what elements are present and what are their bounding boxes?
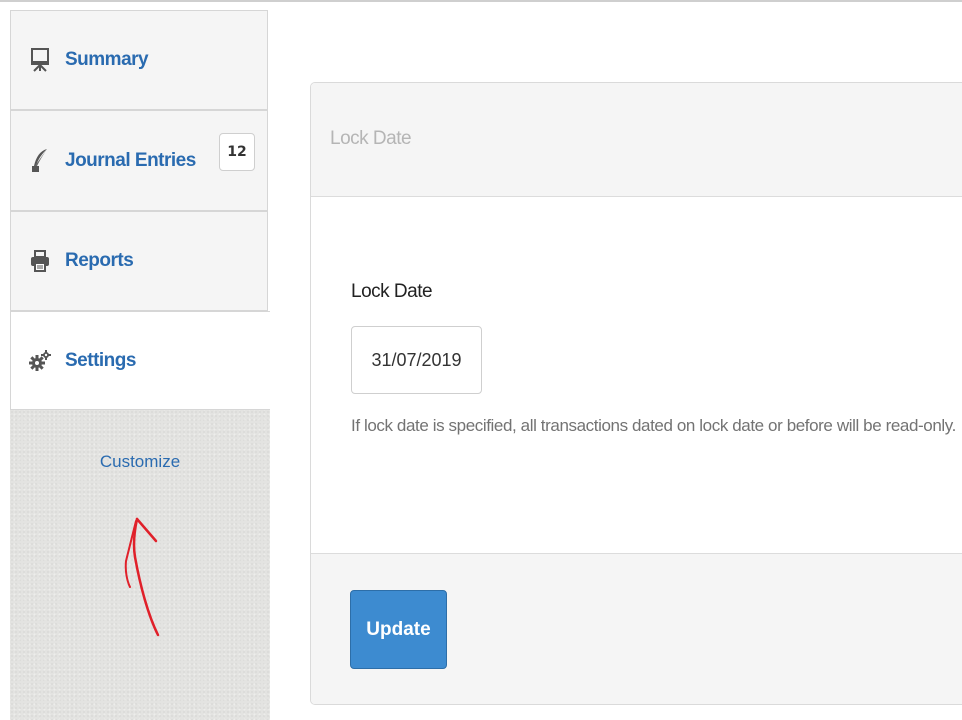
sidebar-item-label: Reports [65,250,134,271]
sidebar-item-journal-entries[interactable]: Journal Entries 12 [10,110,268,211]
quill-pen-icon [29,148,51,174]
panel-header: Lock Date [311,83,962,197]
customize-link[interactable]: Customize [10,452,270,472]
sidebar-item-label: Settings [65,349,136,371]
update-button[interactable]: Update [350,590,447,669]
annotation-arrow-icon [124,517,160,637]
journal-count-badge: 12 [219,133,255,171]
panel-footer: Update [311,553,962,704]
lock-date-label: Lock Date [351,281,433,302]
sidebar-item-summary[interactable]: Summary [10,10,268,110]
sidebar: Summary Journal Entries 12 Reports Setti… [10,10,270,720]
top-divider [0,0,962,2]
presentation-board-icon [29,47,51,73]
lock-date-panel: Lock Date Lock Date If lock date is spec… [310,82,962,705]
panel-title: Lock Date [330,128,412,149]
app-root: Summary Journal Entries 12 Reports Setti… [0,0,962,720]
customize-area: Customize [10,410,270,720]
sidebar-item-reports[interactable]: Reports [10,211,268,311]
lock-date-input[interactable] [351,326,482,394]
sidebar-item-label: Journal Entries [65,149,196,171]
lock-date-help-text: If lock date is specified, all transacti… [351,416,956,435]
sidebar-item-settings[interactable]: Settings [10,311,270,410]
sidebar-item-label: Summary [65,49,149,70]
printer-icon [29,248,51,274]
gears-icon [29,348,51,374]
